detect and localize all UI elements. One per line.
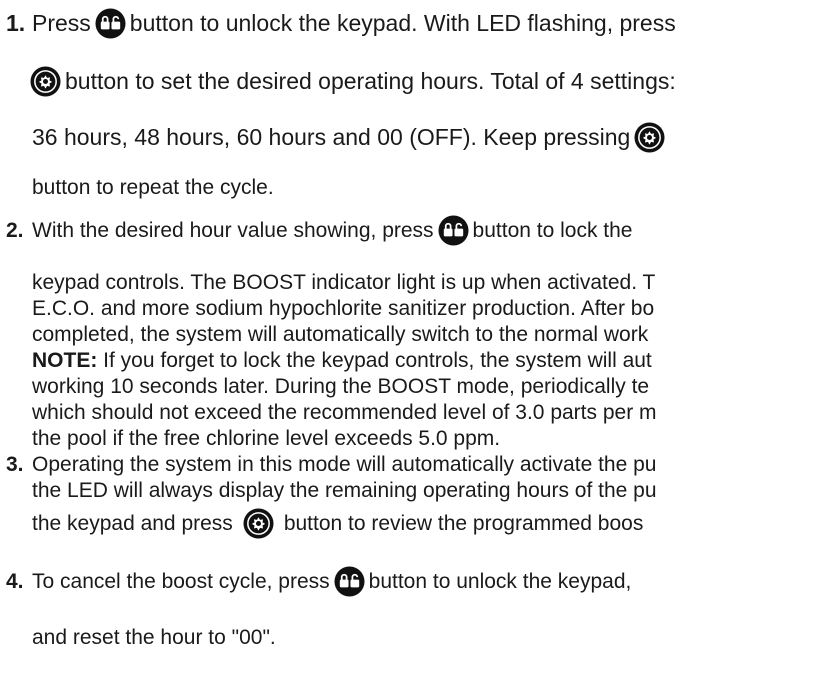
lock-button-icon xyxy=(95,8,126,39)
mode-button-icon xyxy=(30,66,61,97)
step-4-line-2: and reset the hour to "00". xyxy=(32,622,276,653)
step-1-line-3: 36 hours, 48 hours, 60 hours and 00 (OFF… xyxy=(32,122,669,153)
step-text: If you forget to lock the keypad control… xyxy=(97,349,652,372)
step-text: the LED will always display the remainin… xyxy=(32,479,657,502)
step-text: the pool if the free chlorine level exce… xyxy=(32,427,501,450)
step-text: button to unlock the keypad. With LED fl… xyxy=(129,10,676,36)
step-2-line-1: 2. With the desired hour value showing, … xyxy=(6,215,633,246)
step-text: To cancel the boost cycle, press xyxy=(32,570,330,593)
step-number: 4. xyxy=(6,570,24,593)
step-number: 2. xyxy=(6,219,24,242)
step-number: 1. xyxy=(6,10,26,36)
step-text: button to unlock the keypad, xyxy=(368,570,632,593)
step-text: which should not exceed the recommended … xyxy=(32,401,657,424)
step-2-line-8: the pool if the free chlorine level exce… xyxy=(32,428,500,449)
step-2-line-2: keypad controls. The BOOST indicator lig… xyxy=(32,272,655,293)
step-2-line-4: completed, the system will automatically… xyxy=(32,324,648,345)
step-text: Press xyxy=(32,10,91,36)
step-text: button to review the programmed boos xyxy=(283,512,644,535)
step-1-line-1: 1. Press button to unlock the keypad. Wi… xyxy=(6,8,676,39)
step-text: Operating the system in this mode will a… xyxy=(32,453,657,476)
step-text: button to set the desired operating hour… xyxy=(65,68,676,94)
step-text: button to lock the xyxy=(472,219,633,242)
step-text: working 10 seconds later. During the BOO… xyxy=(32,375,650,398)
mode-button-icon xyxy=(243,508,274,539)
step-2-note: NOTE: If you forget to lock the keypad c… xyxy=(32,350,652,371)
note-label: NOTE: xyxy=(32,349,98,372)
step-text: and reset the hour to "00". xyxy=(32,626,276,649)
step-text: button to repeat the cycle. xyxy=(32,176,274,199)
mode-button-icon xyxy=(634,122,665,153)
step-4-line-1: 4. To cancel the boost cycle, press butt… xyxy=(6,566,631,597)
step-text: E.C.O. and more sodium hypochlorite sani… xyxy=(32,297,655,320)
step-text: With the desired hour value showing, pre… xyxy=(32,219,434,242)
step-2-line-3: E.C.O. and more sodium hypochlorite sani… xyxy=(32,298,654,319)
step-text: keypad controls. The BOOST indicator lig… xyxy=(32,271,656,294)
step-2-line-7: which should not exceed the recommended … xyxy=(32,402,657,423)
step-1-line-2: button to set the desired operating hour… xyxy=(30,66,676,97)
step-text: the keypad and press xyxy=(32,512,233,535)
step-3-line-2: the LED will always display the remainin… xyxy=(32,480,657,501)
step-3-line-3: the keypad and press button to review th… xyxy=(32,508,643,539)
step-2-line-6: working 10 seconds later. During the BOO… xyxy=(32,376,649,397)
step-1-line-4: button to repeat the cycle. xyxy=(32,172,274,203)
step-number: 3. xyxy=(6,453,24,476)
step-text: completed, the system will automatically… xyxy=(32,323,649,346)
step-3-line-1: 3. Operating the system in this mode wil… xyxy=(6,454,656,475)
lock-button-icon xyxy=(438,215,469,246)
lock-button-icon xyxy=(334,566,365,597)
step-text: 36 hours, 48 hours, 60 hours and 00 (OFF… xyxy=(32,124,631,150)
